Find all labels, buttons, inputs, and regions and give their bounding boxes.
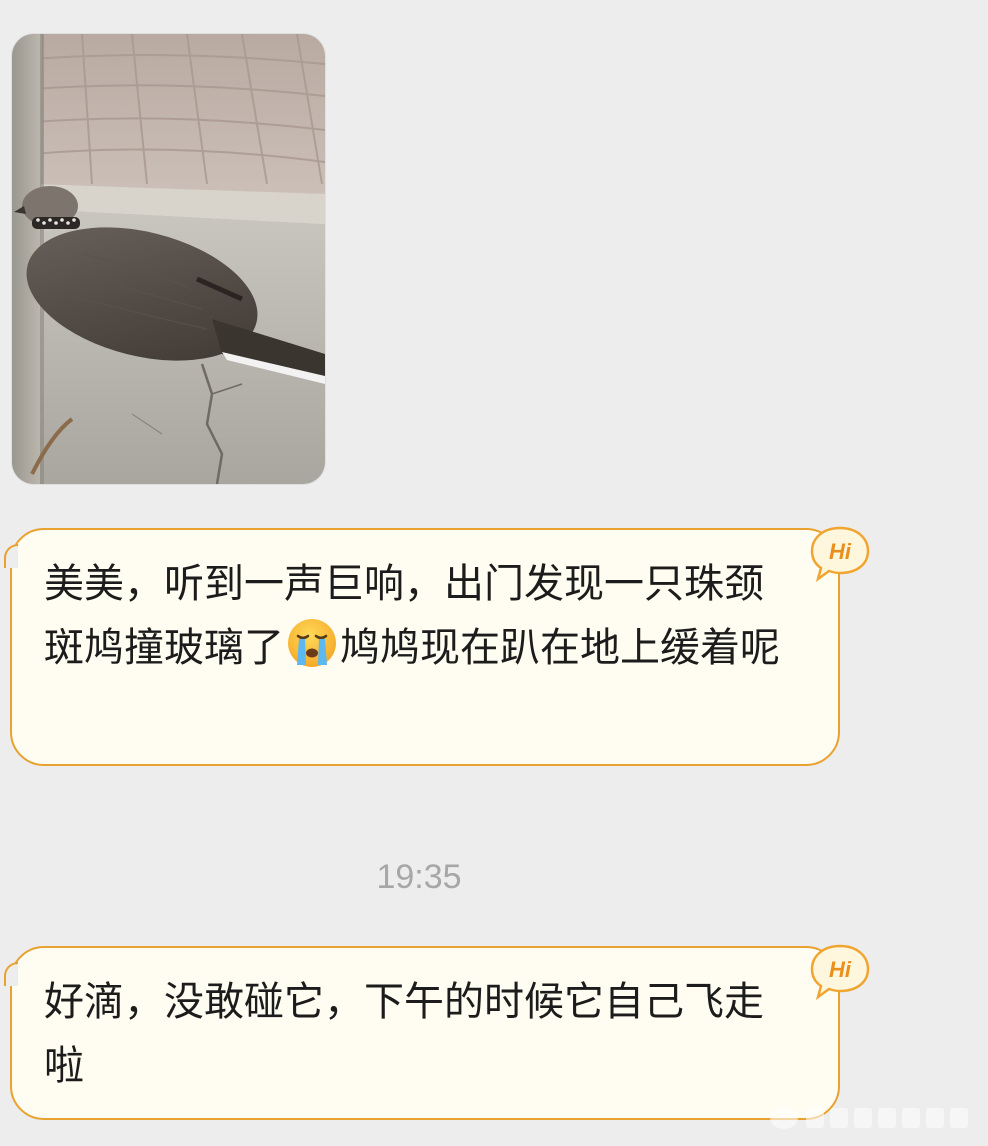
message-text-2: 好滴，没敢碰它，下午的时候它自己飞走啦 [44, 979, 764, 1089]
photo-message[interactable] [12, 34, 325, 484]
bubble-tail [4, 544, 18, 568]
hi-badge: Hi [808, 524, 872, 584]
message-bubble-1[interactable]: 美美，听到一声巨响，出门发现一只珠颈斑鸠撞玻璃了 鸠鸠现在趴在地上缓着呢 Hi [4, 526, 870, 766]
bubble-tail [4, 962, 18, 986]
dove-photo [12, 34, 325, 484]
svg-text:Hi: Hi [829, 957, 852, 982]
timestamp: 19:35 [376, 858, 462, 896]
svg-text:Hi: Hi [829, 539, 852, 564]
message-text-1: 美美，听到一声巨响，出门发现一只珠颈斑鸠撞玻璃了 鸠鸠现在趴在地上缓着呢 [44, 561, 780, 671]
hi-badge: Hi [808, 942, 872, 1002]
message-bubble-2[interactable]: 好滴，没敢碰它，下午的时候它自己飞走啦 Hi [4, 944, 870, 1120]
watermark [770, 1107, 968, 1129]
loudly-crying-face-icon [286, 617, 338, 669]
